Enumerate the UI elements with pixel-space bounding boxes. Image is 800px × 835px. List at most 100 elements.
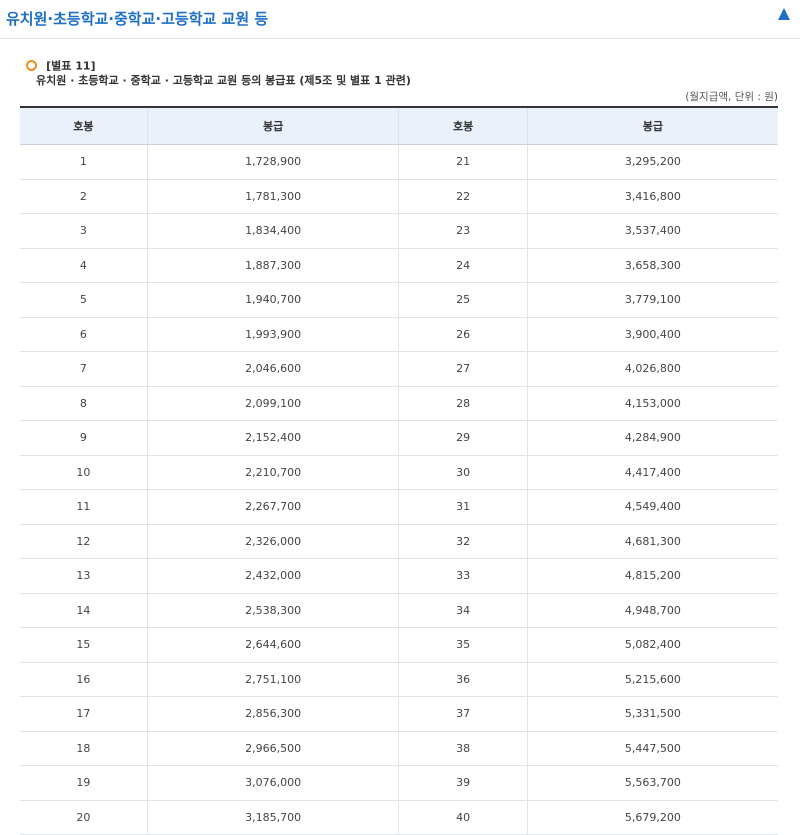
table-row: 20 3,185,700 40 5,679,200 [20,800,778,835]
circle-bullet-icon [26,60,37,71]
cell-grade: 13 [20,558,148,594]
cell-grade: 4 [20,248,148,283]
table-row: 3 1,834,400 23 3,537,400 [20,213,778,249]
cell-grade: 26 [398,317,528,352]
table-row: 10 2,210,700 30 4,417,400 [20,455,778,490]
table-body: 1 1,728,900 21 3,295,200 2 1,781,300 22 3,416,8… [20,144,778,835]
cell-salary: 4,948,700 [526,593,778,628]
cell-salary: 2,099,100 [146,386,399,421]
cell-salary: 4,417,400 [526,455,778,490]
table-header-row: 호봉 봉급 호봉 봉급 [20,106,778,145]
cell-grade: 7 [20,351,148,387]
section-title: 유치원·초등학교·중학교·고등학교 교원 등 [6,10,269,28]
cell-grade: 22 [398,179,528,214]
table-row: 18 2,966,500 38 5,447,500 [20,731,778,766]
cell-grade: 12 [20,524,148,559]
cell-salary: 4,284,900 [526,420,778,456]
cell-grade: 30 [398,455,528,490]
cell-salary: 2,046,600 [146,351,399,387]
cell-grade: 25 [398,282,528,318]
cell-grade: 35 [398,627,528,663]
table-row: 14 2,538,300 34 4,948,700 [20,593,778,628]
cell-grade: 8 [20,386,148,421]
cell-grade: 31 [398,489,528,525]
cell-salary: 3,076,000 [146,765,399,801]
cell-grade: 27 [398,351,528,387]
cell-salary: 2,856,300 [146,696,399,732]
cell-salary: 5,563,700 [526,765,778,801]
table-row: 6 1,993,900 26 3,900,400 [20,317,778,352]
table-row: 2 1,781,300 22 3,416,800 [20,179,778,214]
cell-grade: 14 [20,593,148,628]
cell-salary: 4,549,400 [526,489,778,525]
cell-salary: 4,681,300 [526,524,778,559]
cell-grade: 16 [20,662,148,697]
cell-grade: 34 [398,593,528,628]
cell-grade: 15 [20,627,148,663]
cell-salary: 1,834,400 [146,213,399,249]
cell-grade: 18 [20,731,148,766]
cell-salary: 3,658,300 [526,248,778,283]
cell-grade: 9 [20,420,148,456]
cell-salary: 1,887,300 [146,248,399,283]
cell-grade: 21 [398,144,528,180]
cell-salary: 2,152,400 [146,420,399,456]
table-subtitle: 유치원 · 초등학교 · 중학교 · 고등학교 교원 등의 봉급표 (제5조 및… [36,74,411,87]
cell-grade: 36 [398,662,528,697]
cell-salary: 2,751,100 [146,662,399,697]
cell-salary: 2,210,700 [146,455,399,490]
cell-salary: 3,779,100 [526,282,778,318]
table-row: 11 2,267,700 31 4,549,400 [20,489,778,525]
column-header-grade: 호봉 [20,106,148,145]
column-header-salary: 봉급 [146,106,399,145]
cell-grade: 6 [20,317,148,352]
cell-salary: 2,538,300 [146,593,399,628]
table-row: 17 2,856,300 37 5,331,500 [20,696,778,732]
cell-grade: 2 [20,179,148,214]
cell-salary: 3,537,400 [526,213,778,249]
column-header-grade: 호봉 [398,106,528,145]
table-row: 19 3,076,000 39 5,563,700 [20,765,778,801]
cell-salary: 3,416,800 [526,179,778,214]
table-row: 8 2,099,100 28 4,153,000 [20,386,778,421]
table-row: 5 1,940,700 25 3,779,100 [20,282,778,318]
cell-grade: 40 [398,800,528,835]
cell-grade: 5 [20,282,148,318]
cell-grade: 37 [398,696,528,732]
cell-grade: 38 [398,731,528,766]
column-header-salary: 봉급 [526,106,778,145]
table-row: 4 1,887,300 24 3,658,300 [20,248,778,283]
cell-salary: 1,940,700 [146,282,399,318]
cell-salary: 4,815,200 [526,558,778,594]
section-header[interactable]: 유치원·초등학교·중학교·고등학교 교원 등 [0,0,800,39]
table-row: 16 2,751,100 36 5,215,600 [20,662,778,697]
cell-salary: 5,331,500 [526,696,778,732]
triangle-up-icon[interactable] [778,8,790,20]
cell-salary: 3,295,200 [526,144,778,180]
cell-grade: 1 [20,144,148,180]
table-label: [별표 11] [46,59,96,73]
cell-salary: 5,215,600 [526,662,778,697]
cell-grade: 32 [398,524,528,559]
cell-salary: 2,267,700 [146,489,399,525]
cell-grade: 19 [20,765,148,801]
cell-salary: 3,900,400 [526,317,778,352]
cell-salary: 2,966,500 [146,731,399,766]
cell-grade: 20 [20,800,148,835]
table-row: 12 2,326,000 32 4,681,300 [20,524,778,559]
cell-salary: 4,026,800 [526,351,778,387]
cell-grade: 3 [20,213,148,249]
cell-salary: 5,679,200 [526,800,778,835]
cell-grade: 39 [398,765,528,801]
table-row: 7 2,046,600 27 4,026,800 [20,351,778,387]
cell-salary: 5,447,500 [526,731,778,766]
table-row: 9 2,152,400 29 4,284,900 [20,420,778,456]
cell-salary: 2,644,600 [146,627,399,663]
cell-salary: 2,326,000 [146,524,399,559]
cell-grade: 11 [20,489,148,525]
cell-grade: 29 [398,420,528,456]
cell-salary: 3,185,700 [146,800,399,835]
cell-salary: 5,082,400 [526,627,778,663]
table-row: 15 2,644,600 35 5,082,400 [20,627,778,663]
unit-note: (월지급액, 단위 : 원) [685,91,778,103]
